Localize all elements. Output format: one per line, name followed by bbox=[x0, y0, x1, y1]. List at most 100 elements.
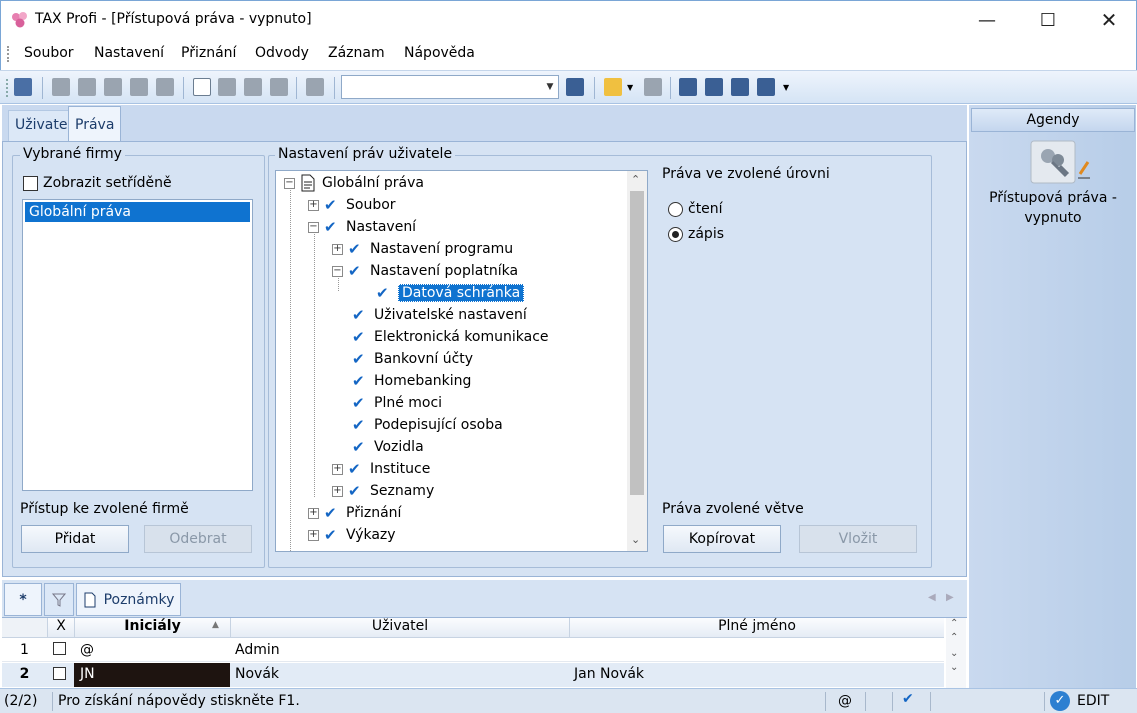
tree-node[interactable]: + ✔ Soubor bbox=[308, 194, 396, 216]
exit-icon[interactable] bbox=[14, 78, 32, 96]
tab-scroll-left-icon[interactable]: ◀ bbox=[928, 592, 936, 603]
scroll-down-icon[interactable]: ⌄ bbox=[950, 648, 958, 659]
tree-node[interactable]: ✔ Podepisující osoba bbox=[352, 414, 503, 436]
menu-grip-icon bbox=[7, 46, 9, 62]
filter-icon[interactable] bbox=[566, 78, 584, 96]
tree-node[interactable]: + ✔ Výkazy bbox=[308, 524, 396, 546]
list-item[interactable]: Globální práva bbox=[25, 202, 250, 222]
help-dropdown-icon[interactable]: ▼ bbox=[783, 83, 789, 92]
help-icon[interactable] bbox=[757, 78, 775, 96]
tree-node[interactable]: ✔ Homebanking bbox=[352, 370, 471, 392]
row-checkbox[interactable] bbox=[53, 642, 66, 655]
tree-node[interactable]: + ✔ Instituce bbox=[332, 458, 430, 480]
tree-line bbox=[314, 231, 315, 497]
screen-icon[interactable] bbox=[731, 78, 749, 96]
print-icon[interactable] bbox=[78, 78, 96, 96]
close-button[interactable]: ✕ bbox=[1086, 1, 1132, 39]
tree-node[interactable]: + ✔ Nastavení programu bbox=[332, 238, 513, 260]
tab-scroll-right-icon[interactable]: ▶ bbox=[946, 592, 954, 603]
tree-node[interactable]: + ✔ Přiznání bbox=[308, 502, 401, 524]
tree-node[interactable]: ✔ Plné moci bbox=[352, 392, 442, 414]
write-radio[interactable] bbox=[668, 227, 683, 242]
read-radio[interactable] bbox=[668, 202, 683, 217]
tab-star[interactable]: * bbox=[4, 583, 42, 616]
sorted-checkbox[interactable] bbox=[23, 176, 38, 191]
duplicate-icon[interactable] bbox=[306, 78, 324, 96]
menu-odvody[interactable]: Odvody bbox=[255, 45, 309, 61]
export-icon[interactable] bbox=[130, 78, 148, 96]
col-user[interactable]: Uživatel bbox=[230, 618, 569, 638]
menu-priznani[interactable]: Přiznání bbox=[181, 45, 236, 61]
print-preview-icon[interactable] bbox=[104, 78, 122, 96]
folder-icon[interactable] bbox=[604, 78, 622, 96]
table-row-selected[interactable]: 2 JN Novák Jan Novák bbox=[2, 663, 944, 687]
status-separator bbox=[1044, 692, 1045, 711]
save-icon[interactable] bbox=[244, 78, 262, 96]
scroll-down-icon[interactable]: ⌄ bbox=[631, 533, 640, 546]
scroll-bottom-icon[interactable]: ⌄ bbox=[950, 662, 958, 673]
keys-icon[interactable] bbox=[1030, 140, 1094, 184]
scroll-thumb[interactable] bbox=[630, 191, 644, 495]
scroll-top-icon[interactable]: ⌃ bbox=[950, 618, 958, 629]
collapse-icon[interactable]: − bbox=[332, 265, 343, 277]
chevron-down-icon[interactable]: ▼ bbox=[542, 76, 558, 98]
collapse-icon[interactable]: − bbox=[308, 221, 319, 233]
collapse-icon[interactable]: − bbox=[284, 177, 295, 189]
expand-icon[interactable]: + bbox=[308, 529, 319, 541]
menu-soubor[interactable]: Soubor bbox=[24, 45, 74, 61]
row-fullname: Jan Novák bbox=[574, 666, 645, 682]
edit-icon[interactable] bbox=[218, 78, 236, 96]
minimize-button[interactable]: — bbox=[964, 1, 1010, 39]
tree-node[interactable]: ✔ Vozidla bbox=[352, 436, 424, 458]
expand-icon[interactable]: + bbox=[308, 199, 319, 211]
expand-icon[interactable]: + bbox=[332, 485, 343, 497]
check-icon: ✔ bbox=[324, 196, 337, 214]
new-document-icon[interactable] bbox=[193, 78, 211, 96]
table-row[interactable]: 1 @ Admin bbox=[2, 639, 944, 662]
stop-icon[interactable] bbox=[644, 78, 662, 96]
expand-icon[interactable]: + bbox=[332, 463, 343, 475]
tree-node[interactable]: ✔ Bankovní účty bbox=[352, 348, 473, 370]
tab-notes[interactable]: Poznámky bbox=[76, 583, 181, 616]
menu-napoveda[interactable]: Nápověda bbox=[404, 45, 475, 61]
expand-icon[interactable]: + bbox=[332, 243, 343, 255]
firms-list[interactable]: Globální práva bbox=[22, 199, 253, 491]
pdf-icon[interactable] bbox=[156, 78, 174, 96]
agendy-item-label[interactable]: Přístupová práva - vypnuto bbox=[975, 188, 1131, 228]
tree-node-selected[interactable]: ✔ Datová schránka bbox=[376, 282, 525, 304]
rights-tree[interactable]: − Globální práva + ✔ Soubor − ✔ Nastaven… bbox=[275, 170, 648, 552]
col-fullname[interactable]: Plné jméno bbox=[569, 618, 944, 638]
copy-disabled-icon[interactable] bbox=[52, 78, 70, 96]
col-initials[interactable]: Iniciály bbox=[74, 618, 230, 638]
layout-icon[interactable] bbox=[705, 78, 723, 96]
status-bar: (2/2) Pro získání nápovědy stiskněte F1.… bbox=[0, 688, 1137, 713]
tree-node[interactable]: ✔ Elektronická komunikace bbox=[352, 326, 549, 348]
menu-zaznam[interactable]: Záznam bbox=[328, 45, 385, 61]
tree-label: Datová schránka bbox=[398, 284, 525, 302]
tree-node[interactable]: − Globální práva bbox=[284, 172, 424, 194]
tab-prava[interactable]: Práva bbox=[68, 106, 122, 142]
menu-nastaveni[interactable]: Nastavení bbox=[94, 45, 164, 61]
copy-button[interactable]: Kopírovat bbox=[663, 525, 781, 553]
tree-node[interactable]: − ✔ Nastavení poplatníka bbox=[332, 260, 518, 282]
folder-dropdown-icon[interactable]: ▼ bbox=[627, 83, 633, 92]
add-button[interactable]: Přidat bbox=[21, 525, 129, 553]
scroll-up-icon[interactable]: ⌃ bbox=[631, 173, 640, 186]
tree-node[interactable]: + ✔ Seznamy bbox=[332, 480, 434, 502]
grid-scrollbar[interactable]: ⌃ ⌃ ⌄ ⌄ bbox=[946, 618, 966, 688]
scroll-up-icon[interactable]: ⌃ bbox=[950, 632, 958, 643]
maximize-button[interactable]: ☐ bbox=[1025, 1, 1071, 39]
save-all-icon[interactable] bbox=[270, 78, 288, 96]
toolbar-combo[interactable]: ▼ bbox=[341, 75, 559, 99]
paste-button[interactable]: Vložit bbox=[799, 525, 917, 553]
tree-node[interactable]: − ✔ Nastavení bbox=[308, 216, 416, 238]
tree-node[interactable]: ✔ Uživatelské nastavení bbox=[352, 304, 527, 326]
col-x[interactable]: X bbox=[47, 618, 74, 638]
expand-icon[interactable]: + bbox=[308, 507, 319, 519]
window-icon[interactable] bbox=[679, 78, 697, 96]
row-checkbox[interactable] bbox=[53, 667, 66, 680]
remove-button[interactable]: Odebrat bbox=[144, 525, 252, 553]
row-initials-cell[interactable] bbox=[74, 663, 230, 687]
tree-scrollbar[interactable]: ⌃ ⌄ bbox=[627, 171, 647, 551]
filter-tab-icon[interactable] bbox=[44, 583, 74, 616]
